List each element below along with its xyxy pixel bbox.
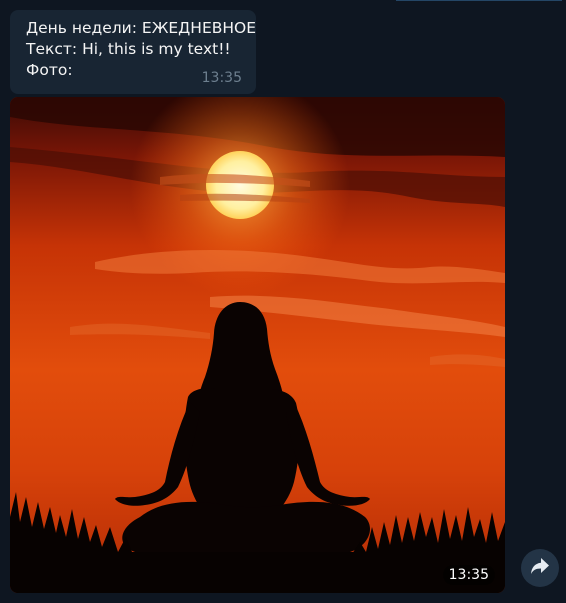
message-line-text: Текст: Hi, this is my text!! [26, 40, 231, 58]
message-bubble[interactable]: День недели: ЕЖЕДНЕВНОЕ Текст: Hi, this … [10, 10, 256, 94]
message-line-weekday: День недели: ЕЖЕДНЕВНОЕ [26, 19, 257, 37]
chat-pane: День недели: ЕЖЕДНЕВНОЕ Текст: Hi, this … [0, 0, 566, 603]
top-divider [396, 0, 562, 1]
photo-message[interactable]: 13:35 [10, 97, 505, 593]
forward-button[interactable] [521, 549, 559, 587]
meditation-sunset-photo [10, 97, 505, 593]
message-timestamp: 13:35 [201, 70, 242, 86]
photo-timestamp: 13:35 [442, 565, 495, 585]
forward-arrow-icon [530, 557, 550, 579]
